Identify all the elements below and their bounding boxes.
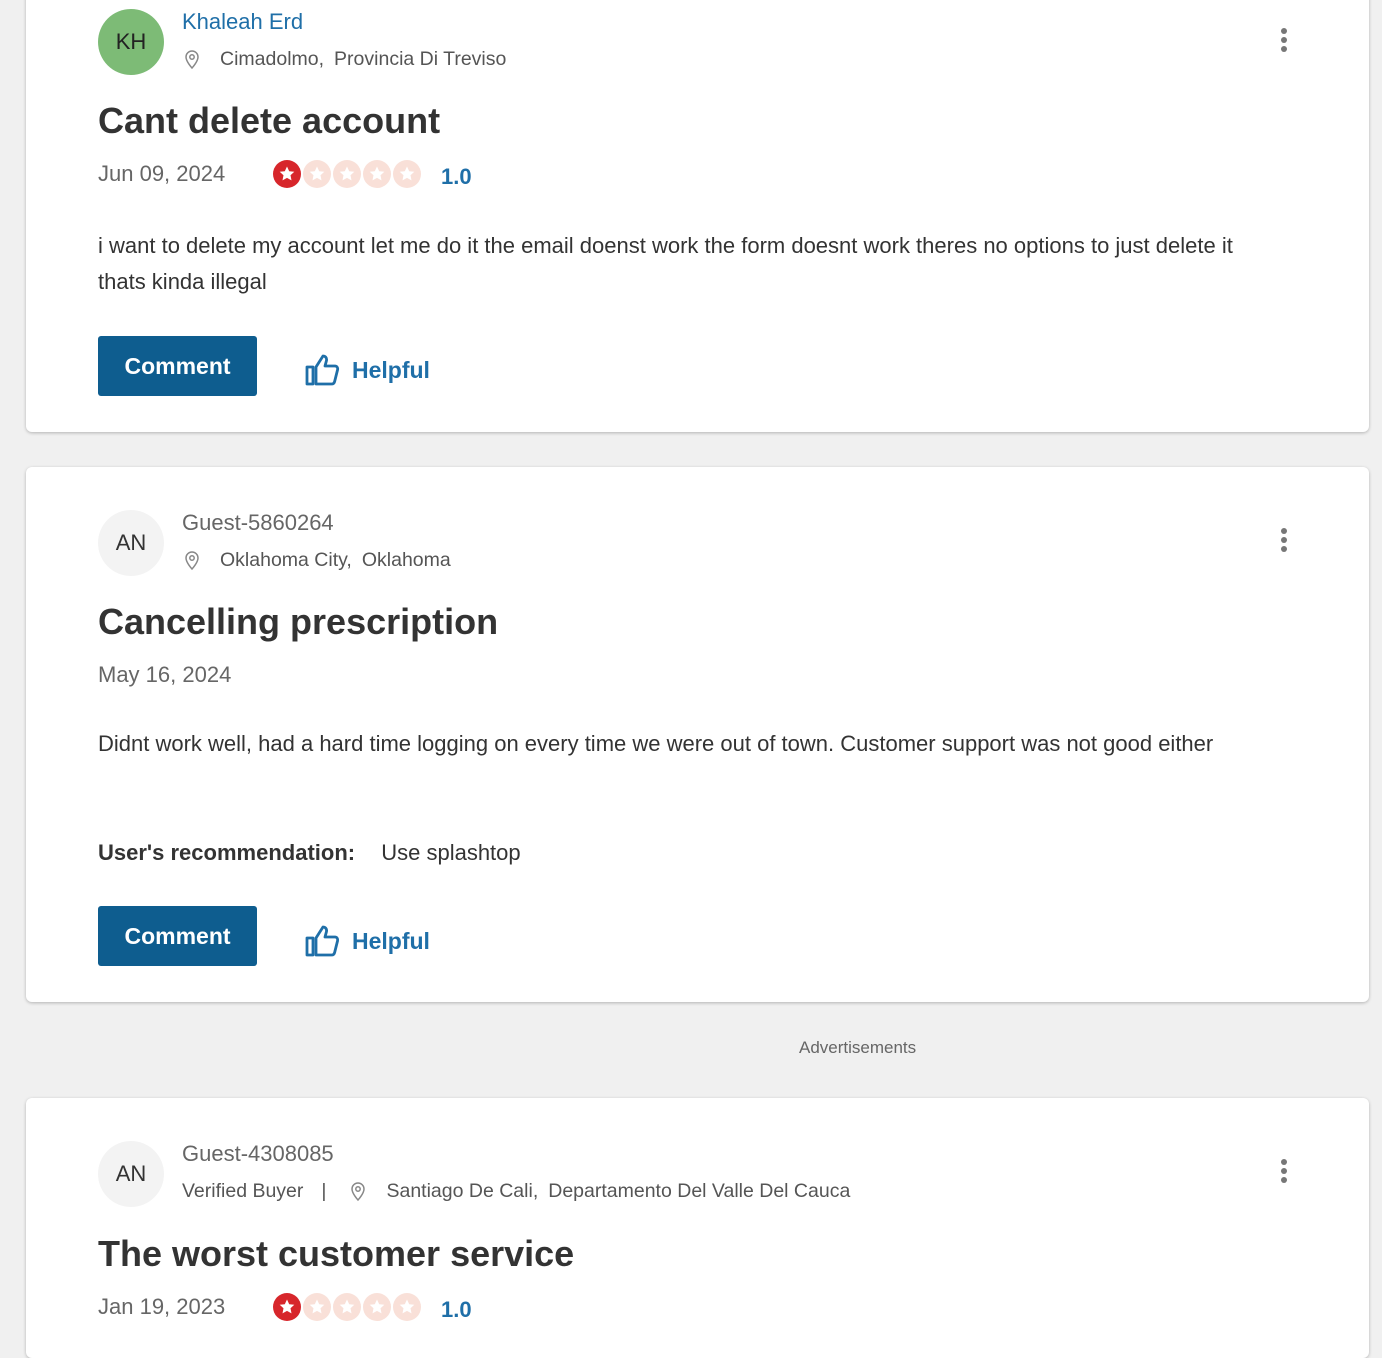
helpful-label: Helpful [352,356,430,383]
location-city: Oklahoma City, [220,549,352,571]
rating-value: 1.0 [441,1297,472,1322]
star-filled-icon [273,1293,301,1321]
comment-button[interactable]: Comment [98,336,257,396]
reviewer-location: Verified Buyer | Santiago De Cali, Depar… [182,1180,850,1203]
review-date: May 16, 2024 [98,662,232,687]
star-empty-icon [333,1293,361,1321]
location-pin-icon [351,1181,366,1201]
location-pin-icon [185,550,199,570]
review-title: Cant delete account [98,100,441,141]
recommendation-value: Use splashtop [381,840,521,865]
review-title: The worst customer service [98,1233,575,1274]
thumbs-up-icon [305,354,340,386]
reviewer-name: Guest-4308085 [182,1141,334,1166]
avatar: AN [98,1141,164,1207]
star-filled-icon [273,160,301,188]
location-region: Provincia Di Treviso [334,48,507,70]
thumbs-up-icon [305,925,340,957]
reviewer-name-link[interactable]: Khaleah Erd [182,9,303,35]
reviewer-name: Guest-5860264 [182,510,334,535]
rating-value: 1.0 [441,164,472,189]
avatar: KH [98,9,164,75]
more-options-button[interactable] [1279,28,1289,52]
location-region: Departamento Del Valle Del Cauca [548,1180,851,1202]
review-card: AN Guest-5860264 Oklahoma City, Oklahoma… [26,467,1369,1002]
helpful-button[interactable]: Helpful [304,350,430,390]
user-recommendation: User's recommendation: Use splashtop [98,840,521,866]
review-card: KH Khaleah Erd Cimadolmo, Provincia Di T… [26,0,1369,432]
star-rating [272,1292,422,1322]
verified-buyer-badge: Verified Buyer [182,1180,304,1202]
helpful-button[interactable]: Helpful [304,921,430,961]
review-body: i want to delete my account let me do it… [98,233,1233,294]
advertisements-label: Advertisements [799,1038,917,1057]
review-date: Jan 19, 2023 [98,1294,226,1319]
star-empty-icon [393,1293,421,1321]
review-title: Cancelling prescription [98,601,499,642]
star-empty-icon [363,160,391,188]
reviewer-location: Oklahoma City, Oklahoma [182,549,451,572]
location-city: Cimadolmo, [220,48,325,70]
more-options-button[interactable] [1279,528,1289,552]
star-rating [272,159,422,189]
recommendation-label: User's recommendation: [98,840,356,865]
review-body: Didnt work well, had a hard time logging… [98,731,1214,756]
meta-divider: | [321,1180,327,1202]
location-region: Oklahoma [361,549,451,571]
star-empty-icon [303,1293,331,1321]
helpful-label: Helpful [352,927,430,954]
review-card: AN Guest-4308085 Verified Buyer | Santia… [26,1098,1369,1358]
comment-button[interactable]: Comment [98,906,257,966]
reviewer-location: Cimadolmo, Provincia Di Treviso [182,48,506,71]
star-empty-icon [303,160,331,188]
location-pin-icon [185,49,199,69]
review-date: Jun 09, 2024 [98,161,226,186]
location-city: Santiago De Cali, [386,1180,539,1202]
star-empty-icon [393,160,421,188]
star-empty-icon [363,1293,391,1321]
star-empty-icon [333,160,361,188]
avatar: AN [98,510,164,576]
more-options-button[interactable] [1279,1159,1289,1183]
